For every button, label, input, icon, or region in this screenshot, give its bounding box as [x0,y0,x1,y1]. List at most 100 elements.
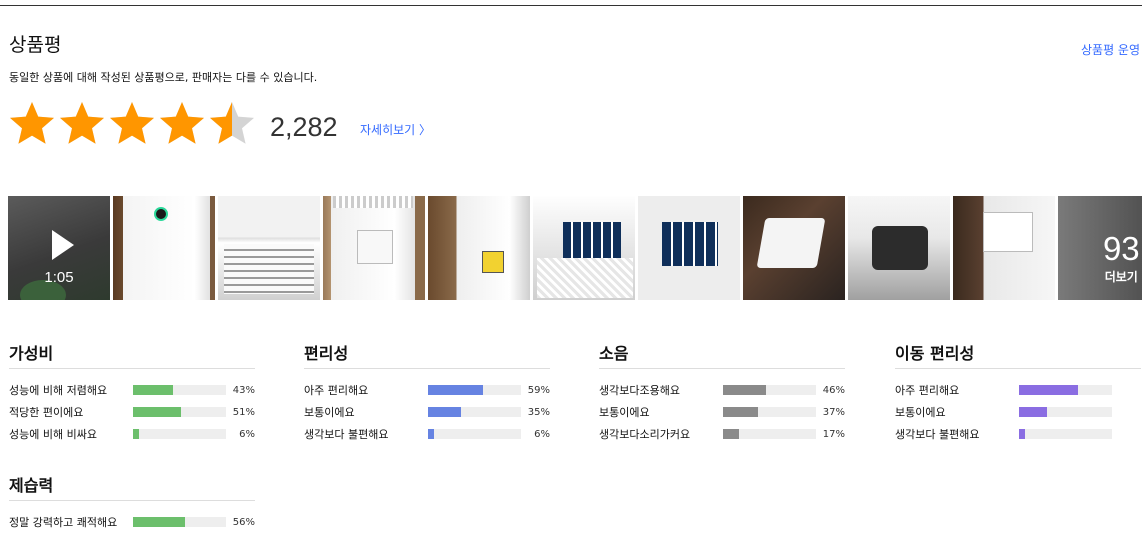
review-photo[interactable] [848,196,950,300]
survey-section: 가성비성능에 비해 저렴해요 43% 적당한 편이에요 51% 성능에 비해 비싸요 6% [9,340,255,445]
review-photo[interactable] [113,196,215,300]
survey-title: 제습력 [9,476,54,495]
survey-option-label: 정말 강력하고 쾌적해요 [9,516,118,529]
survey-bar-fill [722,385,766,395]
survey-bar-track [722,385,817,395]
review-photo[interactable] [428,196,530,300]
review-photo[interactable] [743,196,845,300]
survey-percent: 37% [822,406,845,418]
survey-section: 편리성아주 편리해요 59% 보통이에요 35% 생각보다 불편해요 6% [304,340,550,445]
more-photos-count: 931 [1102,230,1142,267]
survey-divider [304,368,550,369]
survey-option-label: 적당한 편이에요 [9,406,84,419]
star-rating [7,99,257,149]
survey-percent: 46% [822,384,845,396]
survey-option-label: 보통이에요 [304,406,355,419]
review-photo[interactable] [323,196,425,300]
survey-bar-fill [132,407,181,417]
survey-bar-track [1018,385,1113,395]
survey-option-label: 성능에 비해 비싸요 [9,428,97,441]
more-photos-button[interactable]: 931 더보기 〉 [1058,196,1142,300]
review-photo[interactable] [638,196,740,300]
survey-bar-fill [1018,429,1025,439]
survey-title: 가성비 [9,344,54,363]
survey-section: 소음생각보다조용해요 46% 보통이에요 37% 생각보다소리가커요 17% [599,340,845,445]
survey-row: 성능에 비해 비싸요 6% [9,423,255,445]
review-photo[interactable] [218,196,320,300]
survey-bar-track [427,385,522,395]
survey-option-label: 생각보다소리가커요 [599,428,691,441]
survey-bar-track [132,385,227,395]
top-divider [0,5,1142,6]
survey-bar-fill [132,517,186,527]
survey-bar-track [132,407,227,417]
survey-bar-track [427,407,522,417]
survey-row: 아주 편리해요 [895,379,1141,401]
half-star-icon [207,99,257,149]
survey-section: 이동 편리성 아주 편리해요 보통이에요 생각보다 불편해요 [895,340,1141,445]
survey-bar-track [1018,407,1113,417]
review-photo[interactable] [953,196,1055,300]
star-icon [157,99,207,149]
survey-row: 보통이에요 [895,401,1141,423]
survey-percent: 35% [527,406,550,418]
survey-bar-fill [132,385,174,395]
survey-bar-fill [722,429,739,439]
survey-bar-fill [722,407,758,417]
survey-section: 제습력정말 강력하고 쾌적해요 56% [9,472,255,533]
more-photos-label: 더보기 〉 [1104,270,1142,284]
survey-divider [9,368,255,369]
survey-title: 소음 [599,344,629,363]
survey-percent: 51% [232,406,255,418]
survey-bar-fill [427,407,461,417]
star-icon [57,99,107,149]
survey-percent: 6% [239,428,255,440]
review-count: 2,282 [270,112,338,142]
star-icon [7,99,57,149]
survey-row: 보통이에요 37% [599,401,845,423]
survey-bar-fill [132,429,139,439]
survey-row: 성능에 비해 저렴해요 43% [9,379,255,401]
survey-percent: 17% [822,428,845,440]
survey-percent: 59% [527,384,550,396]
survey-title: 편리성 [304,344,349,363]
survey-row: 생각보다조용해요 46% [599,379,845,401]
review-photo[interactable] [533,196,635,300]
survey-divider [599,368,845,369]
survey-bar-fill [1018,407,1047,417]
survey-option-label: 성능에 비해 저렴해요 [9,384,108,397]
survey-percent: 6% [534,428,550,440]
survey-bar-track [1018,429,1113,439]
survey-bar-track [722,429,817,439]
survey-option-label: 아주 편리해요 [304,384,369,397]
survey-divider [9,500,255,501]
survey-divider [895,368,1141,369]
survey-row: 생각보다소리가커요 17% [599,423,845,445]
survey-row: 정말 강력하고 쾌적해요 56% [9,511,255,533]
survey-option-label: 아주 편리해요 [895,384,960,397]
survey-percent: 56% [232,516,255,528]
review-policy-link[interactable]: 상품평 운영 [1081,41,1140,58]
video-duration: 1:05 [44,269,74,286]
detail-link[interactable]: 자세히보기 〉 [360,121,431,138]
review-notice: 동일한 상품에 대해 작성된 상품평으로, 판매자는 다를 수 있습니다. [9,71,318,84]
survey-row: 생각보다 불편해요 [895,423,1141,445]
survey-option-label: 보통이에요 [599,406,650,419]
survey-option-label: 생각보다조용해요 [599,384,680,397]
survey-row: 적당한 편이에요 51% [9,401,255,423]
survey-option-label: 보통이에요 [895,406,946,419]
play-icon [52,230,74,260]
survey-row: 아주 편리해요 59% [304,379,550,401]
survey-row: 보통이에요 35% [304,401,550,423]
review-media-strip: 1:05 931 더보기 〉 [8,196,1142,300]
video-thumbnail[interactable]: 1:05 [8,196,110,300]
survey-bar-fill [1018,385,1078,395]
survey-option-label: 생각보다 불편해요 [304,428,389,441]
survey-option-label: 생각보다 불편해요 [895,428,980,441]
survey-percent: 43% [232,384,255,396]
survey-bar-fill [427,429,434,439]
survey-bar-track [722,407,817,417]
survey-bar-track [132,429,227,439]
star-icon [107,99,157,149]
page-title: 상품평 [9,34,62,56]
